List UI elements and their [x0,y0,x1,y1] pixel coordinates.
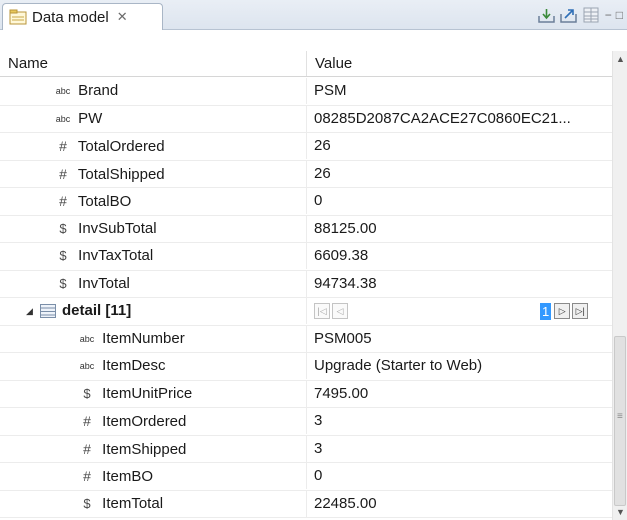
row-name: Brand [78,82,119,99]
row-value: Upgrade (Starter to Web) [314,357,483,374]
data-model-view: Data model ✕ − □ Name Value abc Brand PS… [0,0,627,520]
data-model-icon [9,9,27,25]
string-type-icon: abc [79,333,95,344]
number-type-icon: # [83,413,91,429]
tree-row[interactable]: # ItemShipped 3 [0,435,612,463]
tree-row[interactable]: $ InvTaxTotal 6609.38 [0,243,612,271]
tree-row[interactable]: abc ItemDesc Upgrade (Starter to Web) [0,353,612,381]
close-icon[interactable]: ✕ [117,9,128,25]
number-type-icon: # [83,440,91,457]
row-value: 26 [314,137,331,154]
row-name: ItemUnitPrice [102,384,193,402]
row-name: ItemNumber [102,329,185,347]
tree-row-detail[interactable]: ◢ detail [11] |◁ ◁ 1 ▷ ▷| [0,298,612,326]
row-value: 6609.38 [314,247,369,264]
column-header: Name Value [0,51,612,77]
number-type-icon: # [59,165,67,182]
tree-row[interactable]: $ ItemUnitPrice 7495.00 [0,380,612,408]
last-page-icon[interactable]: ▷| [572,303,589,319]
tab-bar: Data model ✕ − □ [0,0,627,30]
tab-data-model[interactable]: Data model ✕ [2,3,163,30]
tree-row[interactable]: abc PW 08285D2087CA2ACE27C0860EC21... [0,105,612,133]
row-name: TotalOrdered [77,138,165,155]
row-value: 3 [314,412,323,429]
row-value: 26 [314,164,331,182]
currency-type-icon: $ [59,248,67,263]
row-name: InvTaxTotal [78,247,154,264]
tree-row[interactable]: abc ItemNumber PSM005 [0,325,612,353]
view-toolbar: − □ [535,6,623,24]
row-name: ItemTotal [102,494,164,512]
row-name: ItemBO [102,468,154,485]
tree-row[interactable]: abc Brand PSM [0,78,612,106]
scroll-up-icon[interactable]: ▲ [616,54,625,64]
row-name: ItemShipped [102,440,187,458]
pager-right: 1 ▷ ▷| [540,302,590,320]
row-value: PSM [314,82,347,99]
table-layout-icon[interactable] [581,6,601,24]
tree-table: abc Brand PSM abc PW 08285D2087CA2ACE27C… [0,78,612,518]
number-type-icon: # [59,138,67,154]
row-name: TotalBO [77,193,132,210]
currency-type-icon: $ [83,495,91,511]
number-type-icon: # [59,193,67,209]
row-name: InvTotal [78,274,130,292]
number-type-icon: # [83,468,91,484]
tree-row[interactable]: # TotalOrdered 26 [0,133,612,161]
row-value: 22485.00 [314,494,377,512]
row-value: 88125.00 [314,219,377,237]
collapse-all-icon[interactable] [537,6,557,24]
tab-title: Data model [32,8,109,26]
tree-row[interactable]: # TotalShipped 26 [0,160,612,188]
currency-type-icon: $ [83,385,91,401]
tree-row[interactable]: # ItemOrdered 3 [0,408,612,436]
string-type-icon: abc [55,113,71,124]
tree-row[interactable]: # TotalBO 0 [0,188,612,216]
grip-icon: ≡ [617,411,623,422]
row-name: TotalShipped [77,165,165,183]
column-header-name[interactable]: Name [0,51,308,76]
row-value: 0 [314,467,323,484]
tree-row[interactable]: # ItemBO 0 [0,463,612,491]
export-icon[interactable] [559,6,579,24]
previous-page-icon[interactable]: ◁ [332,303,348,319]
detail-label: detail [11] [62,302,132,319]
row-value: 0 [314,192,323,209]
first-page-icon[interactable]: |◁ [314,303,330,319]
expand-arrow-icon[interactable]: ◢ [26,298,40,324]
row-name: PW [78,109,103,127]
row-value: 3 [314,439,323,457]
header-spacer [0,30,612,51]
row-name: ItemOrdered [102,413,187,430]
scroll-down-icon[interactable]: ▼ [616,507,625,517]
string-type-icon: abc [55,86,71,96]
maximize-icon[interactable]: □ [616,8,623,22]
scrollbar-thumb[interactable]: ≡ [614,336,626,506]
tree-row[interactable]: $ InvTotal 94734.38 [0,270,612,298]
row-value: 7495.00 [314,384,369,402]
currency-type-icon: $ [59,275,67,291]
pager-left: |◁ ◁ [314,302,350,320]
tree-row[interactable]: $ ItemTotal 22485.00 [0,490,612,518]
row-value: PSM005 [314,329,372,347]
next-page-icon[interactable]: ▷ [554,303,571,319]
row-value: 94734.38 [314,274,377,292]
currency-type-icon: $ [59,220,67,236]
tree-row[interactable]: $ InvSubTotal 88125.00 [0,215,612,243]
row-name: ItemDesc [102,357,166,374]
row-value: 08285D2087CA2ACE27C0860EC21... [314,109,571,127]
table-icon [40,304,56,318]
page-number[interactable]: 1 [540,302,552,320]
row-name: InvSubTotal [78,219,157,237]
column-header-value[interactable]: Value [306,51,615,76]
string-type-icon: abc [79,361,95,371]
vertical-scrollbar[interactable]: ▲ ≡ ▼ [612,51,627,520]
minimize-icon[interactable]: − [605,8,612,22]
